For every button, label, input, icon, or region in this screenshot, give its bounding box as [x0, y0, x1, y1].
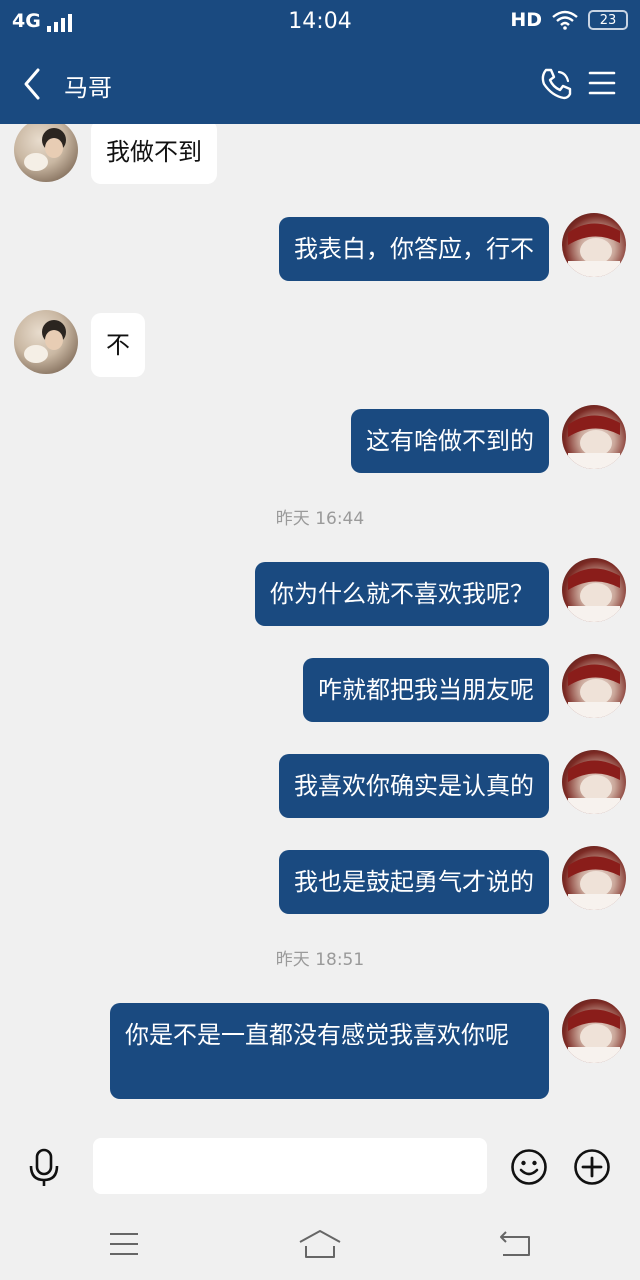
- battery-level: 23: [599, 12, 617, 28]
- nav-bar: 马哥: [0, 44, 640, 124]
- message-bubble[interactable]: 我也是鼓起勇气才说的: [279, 850, 549, 914]
- menu-lines-icon[interactable]: [108, 1231, 140, 1257]
- input-bar: [0, 1128, 640, 1206]
- message-text: 这有啥做不到的: [366, 427, 534, 455]
- return-icon[interactable]: [498, 1228, 532, 1258]
- microphone-icon[interactable]: [28, 1148, 60, 1188]
- home-icon[interactable]: [298, 1228, 342, 1260]
- message-input[interactable]: [93, 1138, 487, 1194]
- message-text: 我喜欢你确实是认真的: [294, 772, 534, 800]
- my-avatar[interactable]: [562, 750, 626, 814]
- message-bubble[interactable]: 我喜欢你确实是认真的: [279, 754, 549, 818]
- my-avatar[interactable]: [562, 654, 626, 718]
- message-text: 我也是鼓起勇气才说的: [294, 868, 534, 896]
- message-bubble[interactable]: 咋就都把我当朋友呢: [303, 658, 549, 722]
- wifi-icon: [552, 10, 578, 30]
- my-avatar[interactable]: [562, 558, 626, 622]
- smiley-icon[interactable]: [510, 1148, 548, 1186]
- my-avatar[interactable]: [562, 846, 626, 910]
- message-text: 我做不到: [106, 138, 202, 166]
- timestamp: 昨天 16:44: [275, 509, 365, 529]
- message-bubble[interactable]: 不: [91, 313, 145, 377]
- message-bubble[interactable]: 我表白，你答应，行不: [279, 217, 549, 281]
- message-bubble[interactable]: 这有啥做不到的: [351, 409, 549, 473]
- my-avatar[interactable]: [562, 999, 626, 1063]
- timestamp: 昨天 18:51: [275, 950, 365, 970]
- contact-avatar[interactable]: [14, 124, 78, 182]
- phone-icon[interactable]: [538, 66, 574, 102]
- status-bar: 4G 14:04 HD 23: [0, 0, 640, 44]
- hamburger-menu-icon[interactable]: [588, 70, 616, 96]
- contact-avatar[interactable]: [14, 310, 78, 374]
- chevron-left-icon[interactable]: [18, 66, 48, 102]
- my-avatar[interactable]: [562, 213, 626, 277]
- plus-circle-icon[interactable]: [573, 1148, 611, 1186]
- message-text: 你为什么就不喜欢我呢？: [270, 580, 534, 608]
- message-bubble[interactable]: 我做不到: [91, 124, 217, 184]
- message-bubble[interactable]: 你为什么就不喜欢我呢？: [255, 562, 549, 626]
- message-text: 你是不是一直都没有感觉我喜欢你呢: [125, 1021, 509, 1049]
- message-list[interactable]: 我做不到 我表白，你答应，行不 不 这有啥做不到的 昨天 16:44 你为什么就…: [0, 124, 640, 1128]
- message-bubble[interactable]: 你是不是一直都没有感觉我喜欢你呢: [110, 1003, 549, 1099]
- battery-icon: 23: [588, 10, 628, 30]
- message-text: 不: [106, 331, 130, 359]
- hd-indicator: HD: [510, 9, 542, 31]
- message-text: 咋就都把我当朋友呢: [318, 676, 534, 704]
- system-nav-bar: [0, 1206, 640, 1280]
- status-right: HD 23: [510, 9, 628, 31]
- my-avatar[interactable]: [562, 405, 626, 469]
- chat-header: 4G 14:04 HD 23 马哥: [0, 0, 640, 124]
- contact-name: 马哥: [64, 74, 112, 102]
- message-text: 我表白，你答应，行不: [294, 235, 534, 263]
